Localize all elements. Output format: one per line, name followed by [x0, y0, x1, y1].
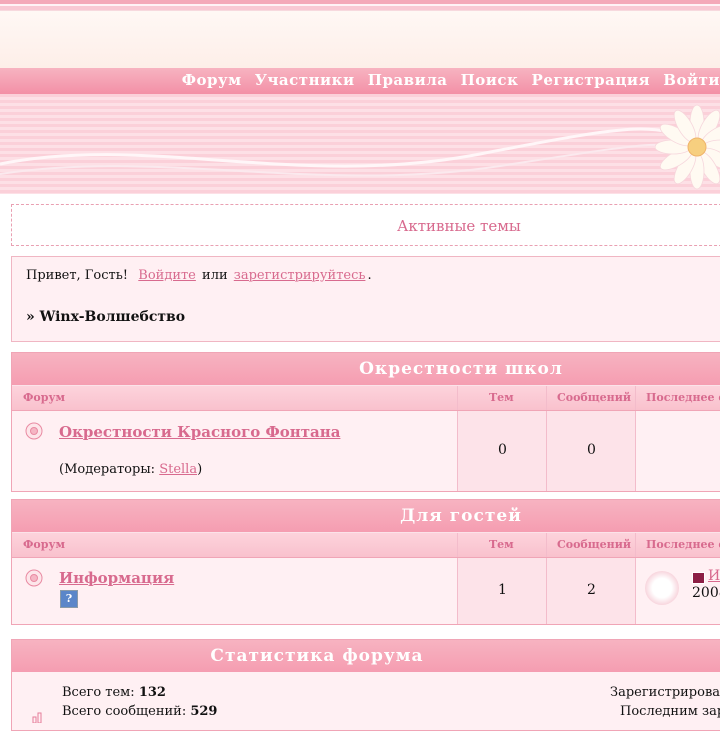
category-schools: Окрестности школ Форум Тем Сообщений Пос… [11, 352, 720, 492]
login-link[interactable]: Войдите [138, 268, 196, 283]
column-topics: Тем [489, 391, 514, 404]
register-link[interactable]: зарегистрируйтесь [234, 268, 366, 283]
stats-posts-label: Всего сообщений: [62, 704, 191, 719]
moderators-line: (Модераторы: Stella) [59, 462, 202, 477]
greeting-period: . [367, 268, 372, 283]
greeting-text: Привет, Гость! [26, 268, 129, 283]
column-last-post: Последнее с [646, 538, 720, 551]
column-last-post: Последнее с [646, 391, 720, 404]
column-divider [635, 558, 636, 624]
header-logo-area [0, 10, 720, 70]
nav-login[interactable]: Войти [663, 71, 720, 89]
go-to-post-icon[interactable] [692, 572, 705, 584]
column-forum: Форум [23, 391, 66, 404]
stats-posts-value: 529 [190, 704, 218, 719]
breadcrumb: » Winx-Волшебство [26, 309, 186, 325]
topics-count: 1 [498, 582, 507, 598]
column-divider [457, 558, 458, 624]
column-header-row: Форум Тем Сообщений Последнее с [12, 385, 720, 411]
last-post-date: 2008 [692, 585, 720, 601]
column-header-row: Форум Тем Сообщений Последнее с [12, 532, 720, 558]
active-topics-link[interactable]: Активные темы [397, 217, 521, 235]
column-divider [546, 386, 547, 410]
last-post-link[interactable]: И [708, 568, 720, 584]
greeting-line: Привет, Гость! Войдите или зарегистрируй… [26, 268, 372, 283]
stats-topics-label: Всего тем: [62, 685, 139, 700]
category-guests: Для гостей Форум Тем Сообщений Последнее… [11, 499, 720, 625]
column-divider [635, 386, 636, 410]
question-mark-icon[interactable]: ? [60, 590, 78, 608]
banner-wave-decoration [0, 127, 720, 177]
column-divider [635, 411, 636, 491]
nav-members[interactable]: Участники [255, 71, 355, 89]
flower-forum-icon [25, 569, 43, 587]
welcome-panel: Привет, Гость! Войдите или зарегистрируй… [11, 256, 720, 342]
nav-forum[interactable]: Форум [182, 71, 242, 89]
stats-users: Зарегистрирова Последним зар [610, 683, 720, 721]
flower-forum-icon [25, 422, 43, 440]
stats-title: Статистика форума [12, 640, 720, 672]
stats-topics-value: 132 [138, 685, 166, 700]
column-divider [546, 558, 547, 624]
posts-count: 2 [587, 582, 596, 598]
nav-search[interactable]: Поиск [461, 71, 519, 89]
category-title: Окрестности школ [12, 353, 720, 385]
moderator-link[interactable]: Stella [159, 462, 197, 477]
column-posts: Сообщений [557, 538, 632, 551]
last-poster-avatar[interactable] [645, 571, 679, 605]
column-forum: Форум [23, 538, 66, 551]
moderators-end: ) [197, 462, 203, 477]
topics-count: 0 [498, 442, 507, 458]
stats-topics-line: Всего тем: 132 [62, 683, 217, 702]
column-posts: Сообщений [557, 391, 632, 404]
stats-totals: Всего тем: 132 Всего сообщений: 529 [62, 683, 217, 721]
bar-chart-icon [32, 712, 42, 723]
stats-last-registered: Последним зар [620, 704, 720, 719]
moderators-label: (Модераторы: [59, 462, 160, 477]
column-divider [457, 411, 458, 491]
forum-row: Информация ? 1 2 И 2008 [12, 558, 720, 624]
category-title: Для гостей [12, 500, 720, 532]
forum-title-link[interactable]: Информация [59, 569, 174, 587]
daisy-flower-icon [655, 104, 720, 190]
column-divider [457, 386, 458, 410]
forum-title-link[interactable]: Окрестности Красного Фонтана [59, 423, 340, 441]
or-text: или [202, 268, 228, 283]
category-title-text: Для гостей [400, 506, 522, 526]
active-topics-box: Активные темы [11, 204, 720, 246]
category-title-text: Окрестности школ [359, 359, 563, 379]
forum-row: Окрестности Красного Фонтана (Модераторы… [12, 411, 720, 491]
column-divider [635, 533, 636, 557]
stats-registered: Зарегистрирова [610, 685, 720, 700]
header-banner [0, 94, 720, 194]
nav-rules[interactable]: Правила [368, 71, 448, 89]
stats-posts-line: Всего сообщений: 529 [62, 702, 217, 721]
column-divider [457, 533, 458, 557]
main-navigation: Форум Участники Правила Поиск Регистраци… [0, 68, 720, 94]
posts-count: 0 [587, 442, 596, 458]
forum-statistics: Статистика форума Всего тем: 132 Всего с… [11, 639, 720, 731]
column-divider [546, 411, 547, 491]
column-divider [546, 533, 547, 557]
nav-register[interactable]: Регистрация [532, 71, 651, 89]
top-strip [0, 0, 720, 10]
column-topics: Тем [489, 538, 514, 551]
stats-title-text: Статистика форума [210, 646, 424, 666]
